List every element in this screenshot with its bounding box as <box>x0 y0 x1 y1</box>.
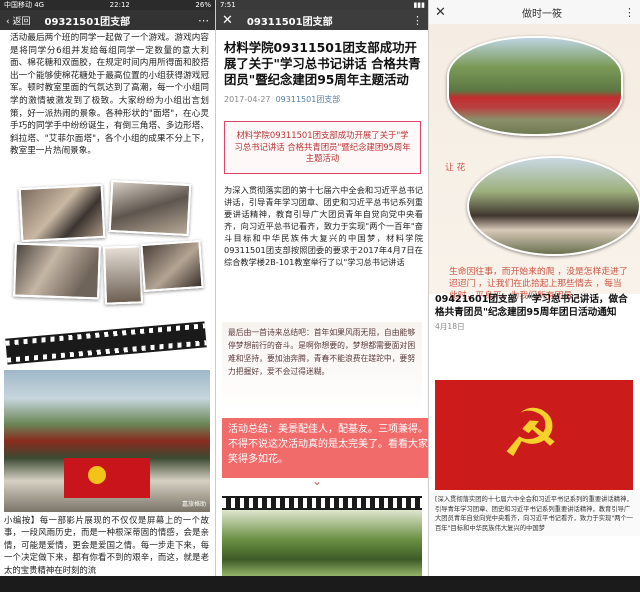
hammer-sickle-icon: ☭ <box>501 395 561 472</box>
more-icon[interactable]: ⋮ <box>412 14 423 27</box>
oval-group-photo <box>467 156 640 256</box>
article-meta: 2017-04-27 09311501团支部 <box>216 88 429 111</box>
flag-emblem-icon <box>88 466 106 484</box>
handwrite-note-1: 让 花 <box>445 163 466 173</box>
activity-photo-4 <box>102 245 144 305</box>
boxed-title: 材料学院09311501团支部成功开展了关于"学习总书记讲话 合格共青团员"暨纪… <box>224 121 421 174</box>
article-body: 活动最后两个班的同学一起做了一个游戏。游戏内容是将同学分6组并发给每组同学一定数… <box>10 33 209 157</box>
group-photo: 嘉旅格助 <box>4 370 210 512</box>
banner-group-photo <box>447 36 623 136</box>
bottom-strip <box>0 576 640 592</box>
summary-text: 活动总结：美景配佳人，配基友。三项兼得。不得不说这次活动真的是太完美了。看看大家… <box>228 424 428 465</box>
activity-photo-2 <box>108 179 192 237</box>
article-header: 09421601团支部丨"学习总书记讲话，做合格共青团员"纪念建团95周年团日活… <box>429 294 640 333</box>
summary-banner: 活动总结：美景配佳人，配基友。三项兼得。不得不说这次活动真的是太完美了。看看大家… <box>222 418 429 478</box>
screenshot-panel-1: 中国移动 4G 22:12 26% ‹ 返回 09321501团支部 ⋯ 活动最… <box>0 0 215 592</box>
poem-text: 最后由一首诗来总结吧：首年如果风雨无阻，自由能够停梦想前行的奋斗。是啊你想要的，… <box>228 328 416 376</box>
screenshot-panel-2: 7:51 ▮▮▮ ✕ 09311501团支部 ⋮ 材料学院09311501团支部… <box>215 0 429 592</box>
outdoor-group-photo <box>222 510 422 576</box>
article-body: 为深入贯彻落实团的第十七届六中全会和习近平总书记讲话，引导青年学习团章、团史和习… <box>224 184 423 267</box>
editor-note: 小编按】每一部影片展现的不仅仅是屏幕上的一个故事，一段风雨历史，而是一种根深蒂固… <box>4 515 209 575</box>
party-emblem-banner: ☭ <box>435 380 633 490</box>
article-title: 09421601团支部丨"学习总书记讲话，做合格共青团员"纪念建团95周年团日活… <box>435 294 628 318</box>
back-label: 返回 <box>12 16 31 27</box>
status-bar: 7:51 ▮▮▮ <box>216 0 429 10</box>
article-title: 材料学院09311501团支部成功开展了关于"学习总书记讲话 合格共青团员"暨纪… <box>224 40 421 87</box>
chevron-down-icon: ⌄ <box>312 474 323 488</box>
hand-drawn-card: 让 花 生命因往事，而开始来的爬 ，没是怎样走进了迢迢门 ，让我们在此拾起上那些… <box>429 24 640 301</box>
signal-icon: ▮▮▮ <box>413 1 425 9</box>
more-icon[interactable]: ⋯ <box>198 14 209 27</box>
poem-block: 最后由一首诗来总结吧：首年如果风雨无阻，自由能够停梦想前行的奋斗。是啊你想要的，… <box>222 322 422 412</box>
status-bar: 中国移动 4G 22:12 26% <box>0 0 215 10</box>
article-author-link[interactable]: 09311501团支部 <box>276 95 341 104</box>
article-body: [深入贯彻落实团的十七届六中全会和习近平书记系列的重要讲话精神，引导青年学习团章… <box>429 492 640 537</box>
nav-bar: ‹ 返回 09321501团支部 ⋯ <box>0 10 215 30</box>
page-title: 09311501团支部 <box>246 16 333 28</box>
film-strip-decoration <box>5 321 207 365</box>
film-strip-decoration <box>222 496 422 510</box>
article-date: 4月18日 <box>435 322 465 331</box>
battery-label: 26% <box>195 1 211 9</box>
clock-label: 22:12 <box>109 1 130 9</box>
article-date: 2017-04-27 <box>224 95 271 104</box>
close-icon[interactable]: ✕ <box>435 5 446 20</box>
close-icon[interactable]: ✕ <box>222 13 233 28</box>
red-flag <box>64 458 150 498</box>
page-title: 09321501团支部 <box>44 16 131 28</box>
watermark-label: 嘉旅格助 <box>181 501 206 508</box>
screenshot-panel-3: ✕ 做时一筱 ⋮ 让 花 生命因往事，而开始来的爬 ，没是怎样走进了迢迢门 ，让… <box>428 0 640 592</box>
carrier-label: 中国移动 4G <box>4 1 45 9</box>
more-icon[interactable]: ⋮ <box>624 6 635 19</box>
activity-photo-5 <box>140 239 204 293</box>
nav-bar: ✕ 09311501团支部 ⋮ <box>216 10 429 30</box>
back-button[interactable]: ‹ 返回 <box>6 14 30 27</box>
activity-photo-3 <box>13 242 101 300</box>
activity-photo-1 <box>18 183 106 243</box>
page-title: 做时一筱 <box>521 8 562 20</box>
clock-label: 7:51 <box>220 1 236 9</box>
nav-bar: ✕ 做时一筱 ⋮ <box>429 0 640 25</box>
